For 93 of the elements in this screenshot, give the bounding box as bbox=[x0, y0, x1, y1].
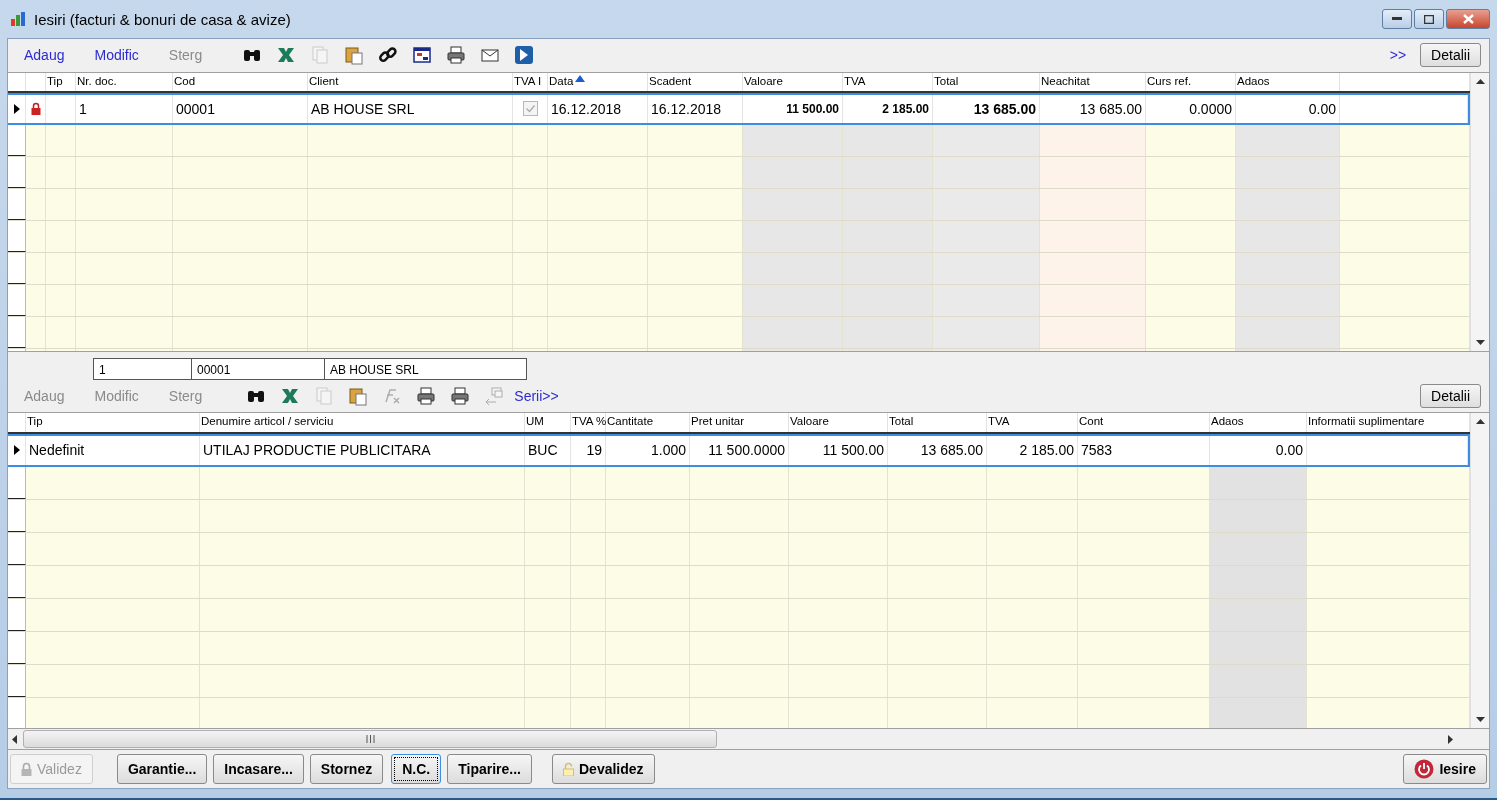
column-header[interactable]: TVA bbox=[987, 412, 1078, 432]
summary-field: 1 bbox=[93, 357, 192, 380]
table-cell: UTILAJ PRODUCTIE PUBLICITARA bbox=[200, 435, 525, 465]
column-header[interactable]: Cantitate bbox=[606, 412, 690, 432]
restore-icon bbox=[1424, 14, 1434, 24]
table-cell: Nedefinit bbox=[26, 435, 200, 465]
lock-icon bbox=[21, 762, 32, 777]
table-cell: 7583 bbox=[1078, 435, 1210, 465]
summary-field: 00001 bbox=[191, 357, 325, 380]
minimize-icon bbox=[1392, 17, 1402, 21]
close-button[interactable] bbox=[1446, 9, 1490, 29]
printer-icon[interactable] bbox=[446, 45, 467, 66]
window-title: Iesiri (facturi & bonuri de casa & avize) bbox=[34, 10, 291, 28]
column-header[interactable]: Scadent bbox=[648, 72, 743, 91]
column-header[interactable]: Adaos bbox=[1236, 72, 1340, 91]
table-cell: 2 185.00 bbox=[987, 435, 1078, 465]
paste-icon[interactable] bbox=[348, 385, 369, 406]
column-header[interactable]: Valoare bbox=[789, 412, 888, 432]
column-header[interactable]: Data bbox=[548, 72, 648, 91]
table-cell: BUC bbox=[525, 435, 571, 465]
action-button[interactable]: N.C. bbox=[391, 754, 442, 785]
table-cell: 16.12.2018 bbox=[648, 94, 743, 123]
table-cell: 13 685.00 bbox=[1040, 94, 1146, 123]
column-header[interactable]: UM bbox=[525, 412, 571, 432]
column-header[interactable]: Tip bbox=[46, 72, 76, 91]
printer-icon[interactable] bbox=[416, 385, 437, 406]
grip-icon bbox=[365, 735, 375, 744]
lock-icon bbox=[30, 102, 41, 116]
table-cell: 1.000 bbox=[606, 435, 690, 465]
action-button[interactable]: Tiparire... bbox=[447, 754, 532, 785]
row-pointer-icon bbox=[13, 445, 20, 455]
printer-icon[interactable] bbox=[450, 385, 471, 406]
series-link[interactable]: Serii>> bbox=[514, 387, 559, 404]
more-link[interactable]: >> bbox=[1389, 47, 1407, 64]
table-cell: 13 685.00 bbox=[933, 94, 1040, 123]
summary-field: AB HOUSE SRL bbox=[324, 357, 527, 380]
minimize-button[interactable] bbox=[1382, 9, 1412, 29]
toolbar-link[interactable]: Adaug bbox=[24, 47, 65, 64]
table-cell: 16.12.2018 bbox=[548, 94, 648, 123]
column-header[interactable]: TVA bbox=[843, 72, 933, 91]
action-button[interactable]: Stornez bbox=[309, 754, 384, 785]
table-cell: 11 500.0000 bbox=[690, 435, 789, 465]
toolbar-link[interactable]: Modific bbox=[94, 47, 139, 64]
scrollbar-thumb[interactable] bbox=[23, 730, 717, 749]
column-header[interactable]: Denumire articol / serviciu bbox=[200, 412, 525, 432]
table-icon[interactable] bbox=[412, 45, 433, 66]
details-button[interactable]: Detalii bbox=[1420, 43, 1481, 68]
maximize-button[interactable] bbox=[1414, 9, 1444, 29]
chart-icon bbox=[10, 11, 28, 27]
selected-row[interactable]: 1 00001 AB HOUSE SRL 16.12.2018 16.12.2018 11 500.00 2 185.00 13 685.00 13 685.00 0.0000 0.00 bbox=[8, 92, 1470, 125]
column-header[interactable]: Cont bbox=[1078, 412, 1210, 432]
table-cell: 11 500.00 bbox=[789, 435, 888, 465]
column-header[interactable]: Total bbox=[933, 72, 1040, 91]
table-cell: 00001 bbox=[173, 94, 308, 123]
column-header[interactable]: Tip bbox=[26, 412, 200, 432]
paste-icon[interactable] bbox=[344, 45, 365, 66]
column-header[interactable]: Curs ref. bbox=[1146, 72, 1236, 91]
column-header[interactable]: Adaos bbox=[1210, 412, 1307, 432]
column-header[interactable]: TVA I bbox=[513, 72, 548, 91]
next-icon[interactable] bbox=[514, 45, 535, 66]
action-button[interactable]: Devalidez bbox=[552, 754, 655, 785]
table-cell: 0.00 bbox=[1210, 435, 1307, 465]
action-button[interactable]: Incasare... bbox=[213, 754, 304, 785]
table-cell: 0.0000 bbox=[1146, 94, 1236, 123]
action-button[interactable]: Garantie... bbox=[116, 754, 208, 785]
scroll-down-icon bbox=[1475, 717, 1485, 723]
table-cell: 13 685.00 bbox=[888, 435, 987, 465]
action-button[interactable]: Iesire bbox=[1403, 754, 1487, 785]
table-cell: AB HOUSE SRL bbox=[308, 94, 513, 123]
column-header[interactable]: Valoare bbox=[743, 72, 843, 91]
scroll-right-icon bbox=[1448, 734, 1453, 744]
column-header[interactable]: Cod bbox=[173, 72, 308, 91]
column-header[interactable]: Total bbox=[888, 412, 987, 432]
details-button[interactable]: Detalii bbox=[1420, 383, 1481, 408]
power-icon bbox=[1414, 759, 1435, 780]
selected-row[interactable]: Nedefinit UTILAJ PRODUCTIE PUBLICITARA BUC 19 1.000 11 500.0000 11 500.00 13 685.00 2 185.00 7583 0.00 bbox=[8, 433, 1470, 467]
scroll-up-icon bbox=[1475, 418, 1485, 424]
table-cell: 1 bbox=[76, 94, 173, 123]
table-cell: 11 500.00 bbox=[743, 94, 843, 123]
column-header[interactable]: Neachitat bbox=[1040, 72, 1146, 91]
column-header[interactable]: Pret unitar bbox=[690, 412, 789, 432]
column-header[interactable]: TVA % bbox=[571, 412, 606, 432]
table-cell: 0.00 bbox=[1236, 94, 1340, 123]
scroll-down-icon bbox=[1475, 339, 1485, 345]
scroll-up-icon bbox=[1475, 78, 1485, 84]
table-cell: 19 bbox=[571, 435, 606, 465]
column-header[interactable]: Nr. doc. bbox=[76, 72, 173, 91]
table-cell: 2 185.00 bbox=[843, 94, 933, 123]
scroll-left-icon bbox=[12, 734, 17, 744]
close-icon bbox=[1462, 14, 1474, 24]
row-pointer-icon bbox=[13, 103, 20, 114]
column-header[interactable]: Client bbox=[308, 72, 513, 91]
open-lock-icon bbox=[563, 762, 574, 777]
